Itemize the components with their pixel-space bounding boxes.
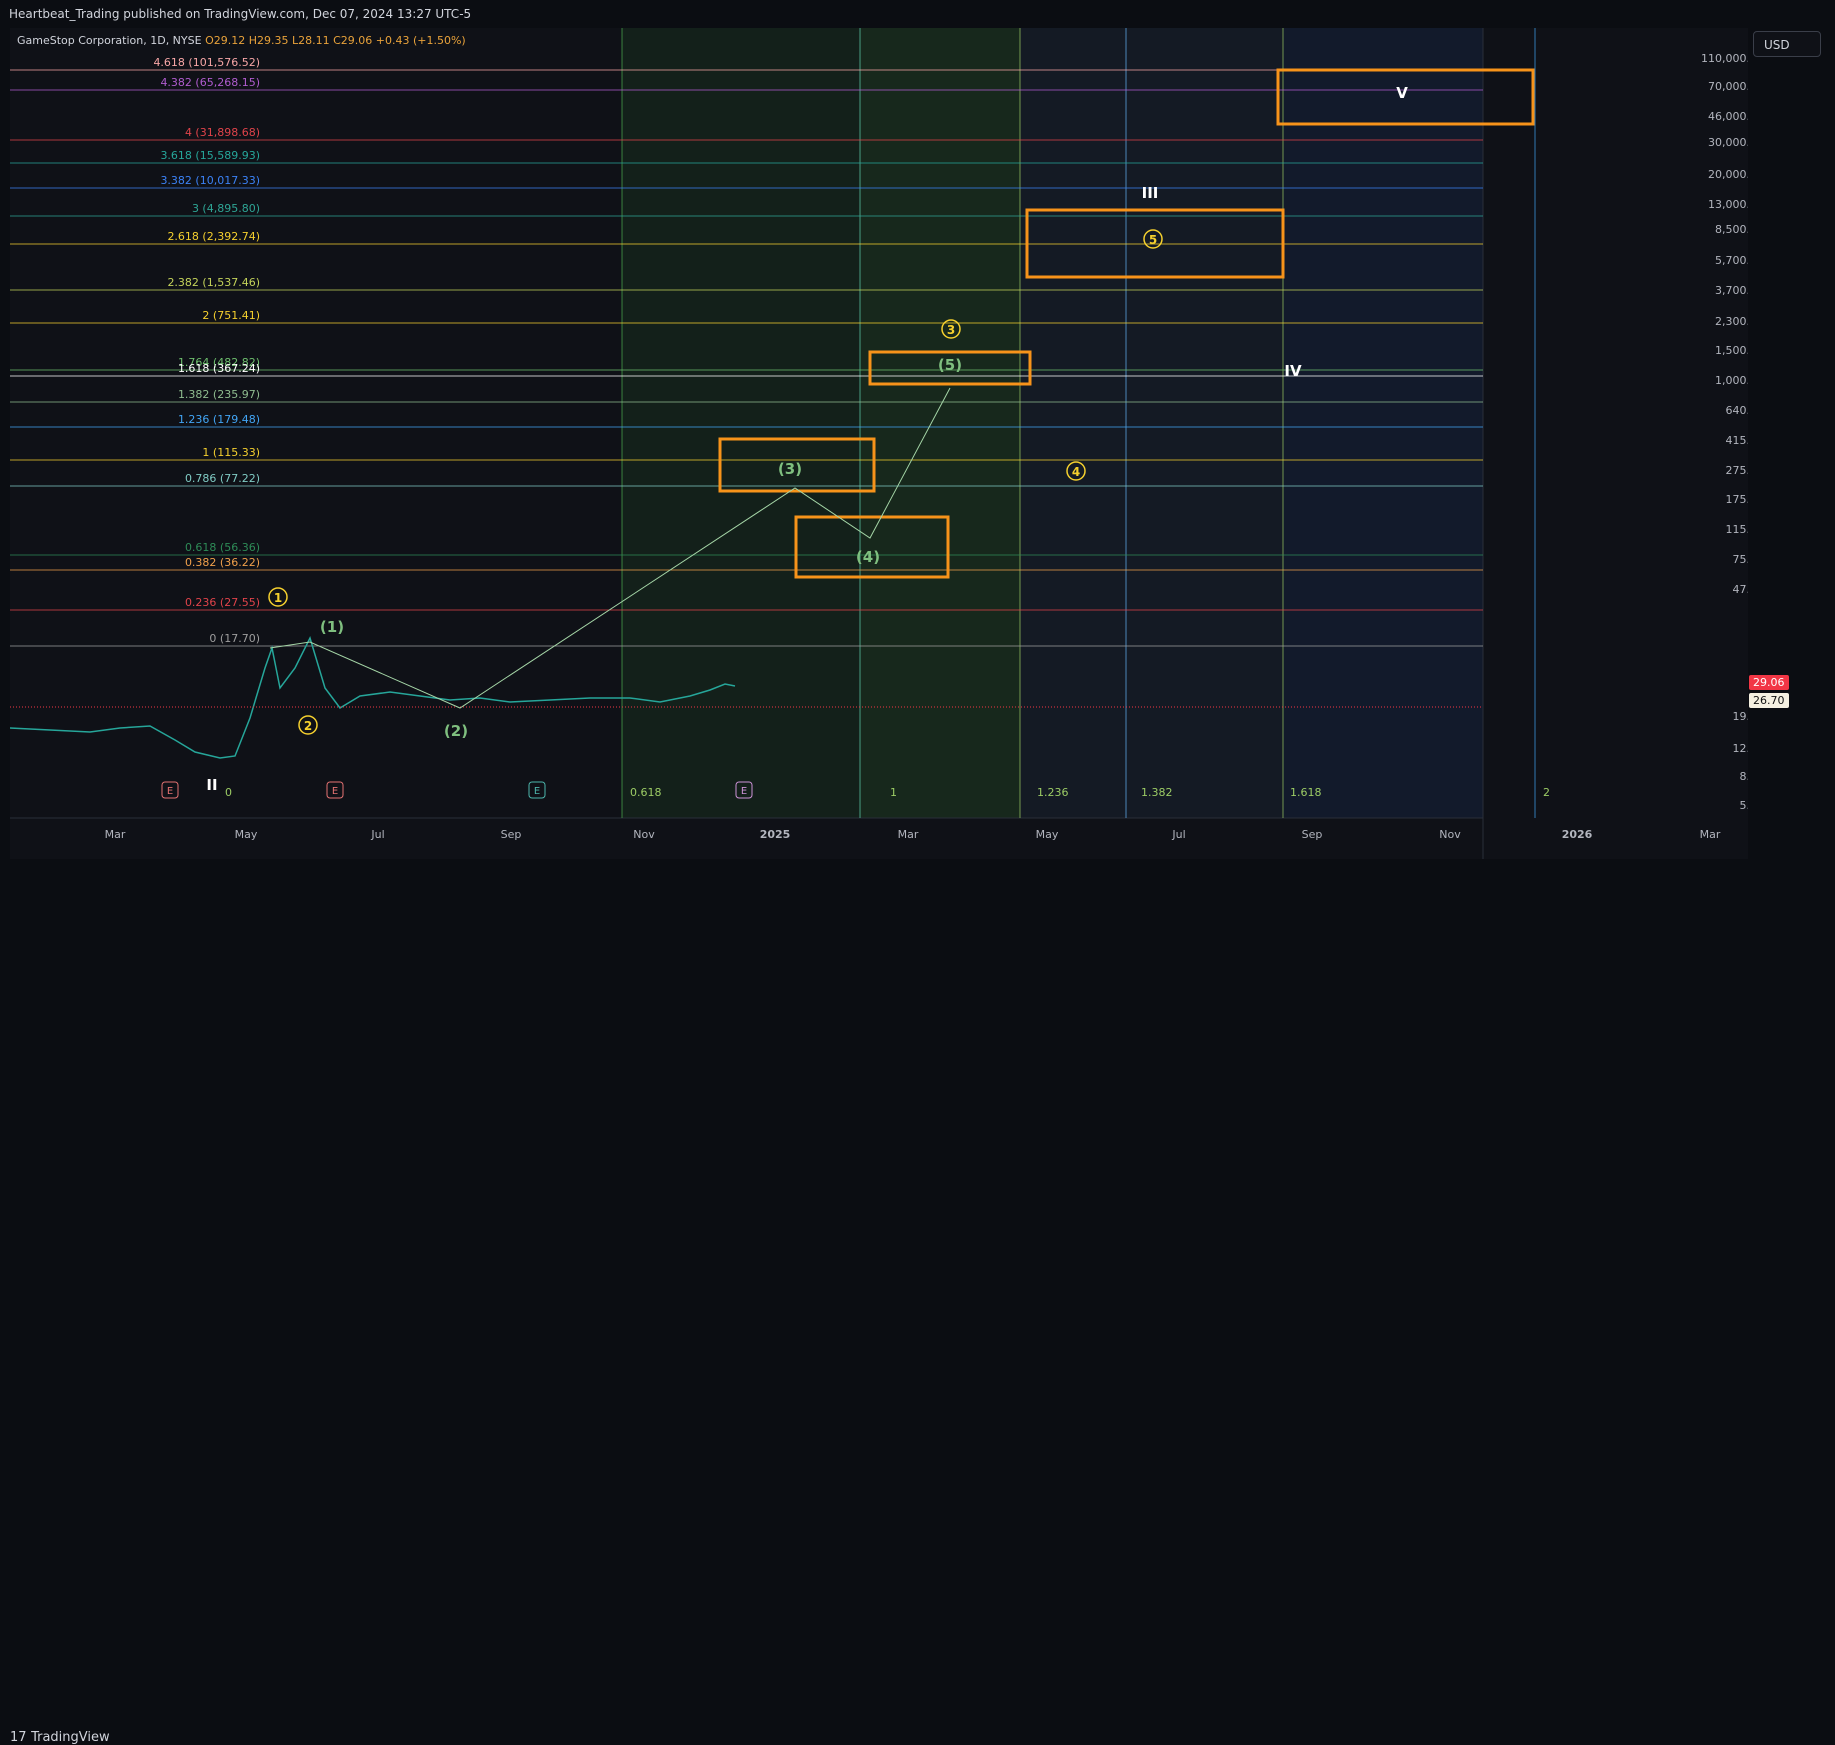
x-tick-label: May xyxy=(1036,828,1059,841)
x-tick-label: Jul xyxy=(370,828,384,841)
avg-price-tag: 26.70 xyxy=(1749,693,1789,708)
time-fib-label: 1.618 xyxy=(1290,786,1322,799)
tradingview-logo[interactable]: 17 TradingView xyxy=(10,1730,110,1745)
y-tick-label: 110,000.00 xyxy=(1701,52,1748,65)
y-tick-label: 175.00 xyxy=(1726,493,1749,506)
x-tick-label: 2026 xyxy=(1562,828,1593,841)
y-tick-label: 12.00 xyxy=(1733,742,1749,755)
wave-label: (3) xyxy=(778,460,802,478)
wave-label: (5) xyxy=(938,356,962,374)
x-tick-label: Mar xyxy=(898,828,919,841)
fib-level-label: 1.618 (367.24) xyxy=(178,362,260,375)
time-zone-2 xyxy=(1020,28,1283,818)
y-tick-label: 5.20 xyxy=(1740,799,1749,812)
earnings-label: E xyxy=(332,786,338,797)
wave-label: 2 xyxy=(304,719,312,733)
top-bar: Heartbeat_Trading published on TradingVi… xyxy=(0,0,1835,28)
wave-label: 1 xyxy=(274,591,282,605)
x-tick-label: 2025 xyxy=(760,828,791,841)
wave-label: V xyxy=(1396,84,1408,102)
fib-level-label: 3 (4,895.80) xyxy=(192,202,260,215)
currency-selector[interactable]: USD xyxy=(1753,31,1821,57)
y-tick-label: 30,000.00 xyxy=(1708,136,1748,149)
wave-label: (2) xyxy=(444,722,468,740)
time-fib-label: 1.382 xyxy=(1141,786,1173,799)
symbol-legend: GameStop Corporation, 1D, NYSE O29.12 H2… xyxy=(17,34,466,47)
y-tick-label: 13,000.00 xyxy=(1708,198,1748,211)
y-tick-label: 3,700.00 xyxy=(1715,284,1748,297)
fib-level-label: 0.236 (27.55) xyxy=(185,596,260,609)
y-tick-label: 2,300.00 xyxy=(1715,315,1748,328)
published-info: Heartbeat_Trading published on TradingVi… xyxy=(9,7,472,21)
x-tick-label: Sep xyxy=(1302,828,1323,841)
ohlc-values: O29.12 H29.35 L28.11 C29.06 +0.43 (+1.50… xyxy=(205,34,466,47)
y-tick-label: 20,000.00 xyxy=(1708,168,1748,181)
y-tick-label: 5,700.00 xyxy=(1715,254,1748,267)
y-tick-label: 46,000.00 xyxy=(1708,110,1748,123)
y-tick-label: 275.00 xyxy=(1726,464,1749,477)
x-tick-label: May xyxy=(235,828,258,841)
earnings-label: E xyxy=(167,786,173,797)
y-tick-label: 8.00 xyxy=(1740,770,1749,783)
y-tick-label: 1,500.00 xyxy=(1715,344,1748,357)
fib-level-label: 0.382 (36.22) xyxy=(185,556,260,569)
fib-level-label: 2 (751.41) xyxy=(202,309,260,322)
last-price-tag: 29.06 xyxy=(1749,675,1789,690)
time-zone-0 xyxy=(622,28,860,818)
fib-level-label: 3.618 (15,589.93) xyxy=(160,149,260,162)
y-tick-label: 47.00 xyxy=(1733,583,1749,596)
y-tick-label: 75.00 xyxy=(1733,553,1749,566)
fib-level-label: 2.382 (1,537.46) xyxy=(167,276,260,289)
time-zone-1 xyxy=(860,28,1020,818)
y-tick-label: 8,500.00 xyxy=(1715,223,1748,236)
fib-level-label: 4.382 (65,268.15) xyxy=(160,76,260,89)
fib-level-label: 1.382 (235.97) xyxy=(178,388,260,401)
wave-label: III xyxy=(1142,184,1159,202)
wave-label: 5 xyxy=(1149,233,1157,247)
fib-level-label: 1 (115.33) xyxy=(202,446,260,459)
symbol-name: GameStop Corporation, 1D, NYSE xyxy=(17,34,202,47)
wave-label: IV xyxy=(1284,362,1302,380)
fib-level-label: 3.382 (10,017.33) xyxy=(160,174,260,187)
y-tick-label: 70,000.00 xyxy=(1708,80,1748,93)
earnings-label: E xyxy=(534,786,540,797)
x-tick-label: Nov xyxy=(633,828,655,841)
y-tick-label: 19.00 xyxy=(1733,710,1749,723)
wave-label: 4 xyxy=(1072,465,1080,479)
fib-level-label: 0.786 (77.22) xyxy=(185,472,260,485)
fib-level-label: 4.618 (101,576.52) xyxy=(153,56,260,69)
x-tick-label: Sep xyxy=(501,828,522,841)
wave-label: (1) xyxy=(320,618,344,636)
y-tick-label: 1,000.00 xyxy=(1715,374,1748,387)
fib-level-label: 1.236 (179.48) xyxy=(178,413,260,426)
time-fib-label: 0.618 xyxy=(630,786,662,799)
time-fib-label: 2 xyxy=(1543,786,1550,799)
bottom-bar: 17 TradingView xyxy=(0,860,1835,1745)
wave-label: (4) xyxy=(856,548,880,566)
x-tick-label: Jul xyxy=(1171,828,1185,841)
time-fib-label: 1.236 xyxy=(1037,786,1069,799)
chart-canvas[interactable]: 4.618 (101,576.52) 4.382 (65,268.15) 4 (31… xyxy=(10,28,1748,859)
fib-level-label: 4 (31,898.68) xyxy=(185,126,260,139)
time-fib-label: 1 xyxy=(890,786,897,799)
earnings-label: E xyxy=(741,786,747,797)
price-axis-panel xyxy=(1483,28,1748,859)
x-tick-label: Mar xyxy=(1700,828,1721,841)
fib-level-label: 0.618 (56.36) xyxy=(185,541,260,554)
x-tick-label: Mar xyxy=(105,828,126,841)
x-tick-label: Nov xyxy=(1439,828,1461,841)
y-tick-label: 415.00 xyxy=(1726,434,1749,447)
chart-area[interactable]: 4.618 (101,576.52) 4.382 (65,268.15) 4 (31… xyxy=(10,28,1748,859)
time-fib-label: 0 xyxy=(225,786,232,799)
y-tick-label: 640.00 xyxy=(1726,404,1749,417)
logo-mark: 17 xyxy=(10,1730,27,1745)
fib-level-label: 2.618 (2,392.74) xyxy=(167,230,260,243)
fib-level-label: 0 (17.70) xyxy=(209,632,260,645)
wave-label: II xyxy=(206,776,217,794)
wave-label: 3 xyxy=(947,323,955,337)
y-tick-label: 115.00 xyxy=(1726,523,1749,536)
logo-text: TradingView xyxy=(31,1730,110,1745)
